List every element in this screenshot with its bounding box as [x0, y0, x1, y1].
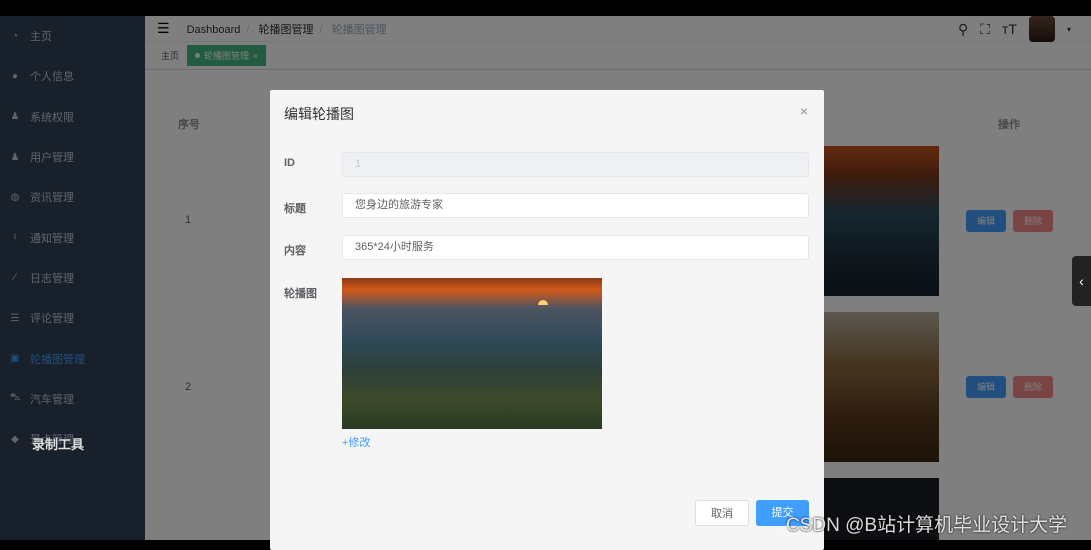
recorder-watermark: 录制工具 — [32, 437, 85, 452]
modify-image-link[interactable]: +修改 — [342, 434, 370, 450]
hand-cursor-icon: ☝ — [781, 520, 790, 536]
edit-banner-dialog: 编辑轮播图 × ID 1 标题 您身边的旅游专家 内容 365*24小时服务 轮… — [270, 90, 824, 550]
id-label: ID — [284, 157, 295, 169]
banner-image-preview[interactable] — [342, 278, 602, 429]
dialog-title: 编辑轮播图 — [284, 106, 354, 122]
top-black-bar — [0, 0, 1091, 16]
watermark: CSDN @B站计算机毕业设计大学 — [786, 515, 1068, 536]
id-field: 1 — [342, 152, 809, 177]
content-field[interactable]: 365*24小时服务 — [342, 235, 809, 260]
title-label: 标题 — [284, 203, 306, 215]
cancel-button[interactable]: 取消 — [695, 500, 749, 526]
title-field[interactable]: 您身边的旅游专家 — [342, 193, 809, 218]
close-icon[interactable]: × — [800, 103, 808, 119]
content-label: 内容 — [284, 245, 306, 257]
image-label: 轮播图 — [284, 288, 317, 300]
chevron-left-icon[interactable]: ‹ — [1072, 256, 1091, 306]
